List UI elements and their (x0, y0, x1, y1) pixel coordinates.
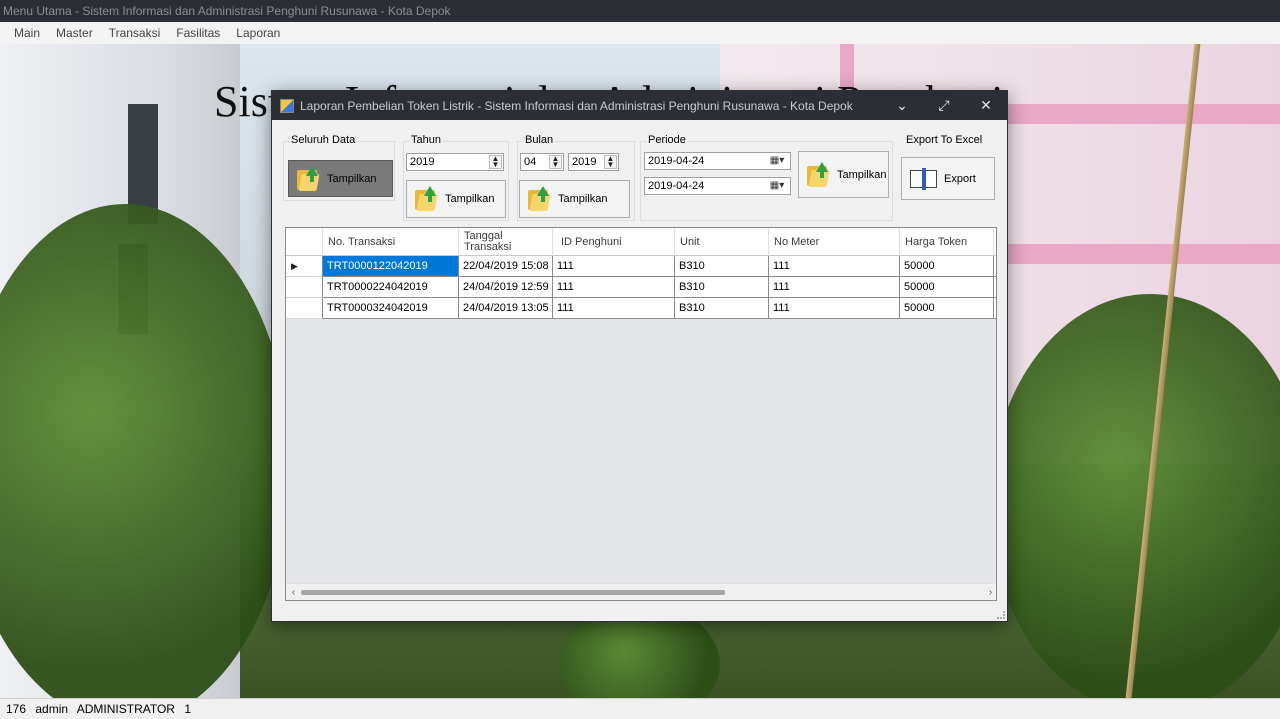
scrollbar-thumb[interactable] (301, 590, 725, 595)
periode-to-value: 2019-04-24 (648, 180, 705, 192)
menu-transaksi[interactable]: Transaksi (101, 26, 169, 40)
tampilkan-periode-button[interactable]: Tampilkan (798, 151, 889, 198)
table-row[interactable]: ▶ TRT0000122042019 22/04/2019 15:08 111 … (286, 256, 996, 277)
spinner-icon[interactable]: ▲ ▼ (604, 155, 617, 169)
periode-from-datepicker[interactable]: 2019-04-24 ▦▾ (644, 152, 791, 170)
bulan-year-stepper[interactable]: 2019 ▲ ▼ (568, 153, 619, 171)
dialog-title: Laporan Pembelian Token Listrik - Sistem… (300, 98, 853, 113)
maximize-icon[interactable]: ⤢ (923, 97, 965, 114)
button-label: Tampilkan (558, 193, 608, 205)
menu-fasilitas[interactable]: Fasilitas (168, 26, 228, 40)
cell-id-penghuni[interactable]: 111 (553, 298, 675, 319)
cell-no-transaksi[interactable]: TRT0000122042019 (323, 256, 459, 277)
minimize-icon[interactable]: ⌄ (881, 97, 923, 114)
cell-unit[interactable]: B310 (675, 298, 769, 319)
report-dialog: Laporan Pembelian Token Listrik - Sistem… (271, 90, 1008, 622)
button-label: Tampilkan (327, 172, 377, 185)
tampilkan-bulan-button[interactable]: Tampilkan (519, 180, 630, 218)
cell-harga-token[interactable]: 50000 (900, 298, 994, 319)
folder-arrow-icon (295, 165, 321, 192)
grid-corner (286, 228, 323, 256)
spinner-icon[interactable]: ▲ ▼ (549, 155, 562, 169)
bulan-month-stepper[interactable]: 04 ▲ ▼ (520, 153, 564, 171)
folder-arrow-icon (526, 186, 552, 212)
cell-no-transaksi[interactable]: TRT0000224042019 (323, 277, 459, 298)
status-user: admin (35, 702, 69, 716)
menu-laporan[interactable]: Laporan (228, 26, 288, 40)
button-label: Tampilkan (445, 193, 495, 205)
group-bulan-label: Bulan (523, 134, 556, 146)
cell-overflow (994, 256, 996, 277)
cell-harga-token[interactable]: 50000 (900, 277, 994, 298)
cell-no-meter[interactable]: 111 (769, 277, 900, 298)
tahun-year-value: 2019 (410, 156, 435, 168)
row-header[interactable] (286, 277, 323, 298)
cell-unit[interactable]: B310 (675, 277, 769, 298)
tampilkan-tahun-button[interactable]: Tampilkan (406, 180, 506, 218)
close-icon[interactable]: ✕ (965, 97, 1007, 114)
status-role: ADMINISTRATOR (76, 702, 175, 716)
app-icon (280, 98, 294, 113)
column-header-overflow (994, 228, 996, 256)
cell-harga-token[interactable]: 50000 (900, 256, 994, 277)
book-icon (910, 167, 938, 190)
dialog-titlebar[interactable]: Laporan Pembelian Token Listrik - Sistem… (272, 91, 1007, 120)
bulan-year-value: 2019 (572, 156, 597, 168)
cell-no-meter[interactable]: 111 (769, 298, 900, 319)
column-header-unit[interactable]: Unit (675, 228, 769, 256)
row-header[interactable] (286, 298, 323, 319)
scroll-right-icon[interactable]: › (983, 584, 996, 600)
column-header-id-penghuni[interactable]: ID Penghuni (553, 228, 675, 256)
cell-overflow (994, 277, 996, 298)
cell-no-transaksi[interactable]: TRT0000324042019 (323, 298, 459, 319)
column-header-harga-token[interactable]: Harga Token (900, 228, 994, 256)
table-row[interactable]: TRT0000324042019 24/04/2019 13:05 111 B3… (286, 298, 996, 319)
main-menubar: Main Master Transaksi Fasilitas Laporan (0, 22, 1280, 44)
cell-tanggal[interactable]: 22/04/2019 15:08 (459, 256, 553, 277)
tahun-year-stepper[interactable]: 2019 ▲ ▼ (406, 153, 504, 171)
column-header-no-meter[interactable]: No Meter (769, 228, 900, 256)
bulan-month-value: 04 (524, 156, 537, 168)
cell-overflow (994, 298, 996, 319)
periode-from-value: 2019-04-24 (648, 155, 705, 167)
group-tahun-label: Tahun (409, 134, 443, 146)
horizontal-scrollbar[interactable]: ‹ › (286, 583, 996, 600)
group-seluruh-data-label: Seluruh Data (289, 134, 358, 146)
folder-arrow-icon (805, 161, 831, 188)
grid-header: No. Transaksi Tanggal Transaksi ID Pengh… (286, 228, 996, 256)
cell-id-penghuni[interactable]: 111 (553, 256, 675, 277)
menu-master[interactable]: Master (48, 26, 101, 40)
transactions-grid[interactable]: No. Transaksi Tanggal Transaksi ID Pengh… (285, 227, 997, 601)
main-window-title: Menu Utama - Sistem Informasi dan Admini… (0, 0, 1280, 22)
current-row-indicator-icon[interactable]: ▶ (286, 256, 323, 277)
menu-main[interactable]: Main (6, 26, 48, 40)
tampilkan-seluruh-button[interactable]: Tampilkan (288, 160, 393, 197)
group-periode-label: Periode (646, 134, 688, 146)
button-label: Export (944, 172, 976, 185)
spinner-icon[interactable]: ▲ ▼ (489, 155, 502, 169)
cell-id-penghuni[interactable]: 111 (553, 277, 675, 298)
background-tree (0, 204, 290, 698)
cell-tanggal[interactable]: 24/04/2019 12:59 (459, 277, 553, 298)
column-header-no-transaksi[interactable]: No. Transaksi (323, 228, 459, 256)
calendar-dropdown-icon[interactable]: ▦▾ (766, 179, 788, 193)
cell-tanggal[interactable]: 24/04/2019 13:05 (459, 298, 553, 319)
folder-arrow-icon (413, 186, 439, 212)
cell-no-meter[interactable]: 111 (769, 256, 900, 277)
export-button[interactable]: Export (901, 157, 995, 200)
group-export-label: Export To Excel (904, 134, 985, 146)
grid-body: ▶ TRT0000122042019 22/04/2019 15:08 111 … (286, 256, 996, 319)
cell-unit[interactable]: B310 (675, 256, 769, 277)
status-level: 1 (184, 702, 191, 716)
periode-to-datepicker[interactable]: 2019-04-24 ▦▾ (644, 177, 791, 195)
status-bar: 176 admin ADMINISTRATOR 1 (0, 698, 1280, 719)
status-id: 176 (6, 702, 27, 716)
calendar-dropdown-icon[interactable]: ▦▾ (766, 154, 788, 168)
scroll-left-icon[interactable]: ‹ (286, 584, 301, 600)
resize-grip-icon[interactable] (997, 611, 1005, 619)
button-label: Tampilkan (837, 168, 887, 181)
column-header-tanggal[interactable]: Tanggal Transaksi (459, 228, 553, 256)
table-row[interactable]: TRT0000224042019 24/04/2019 12:59 111 B3… (286, 277, 996, 298)
